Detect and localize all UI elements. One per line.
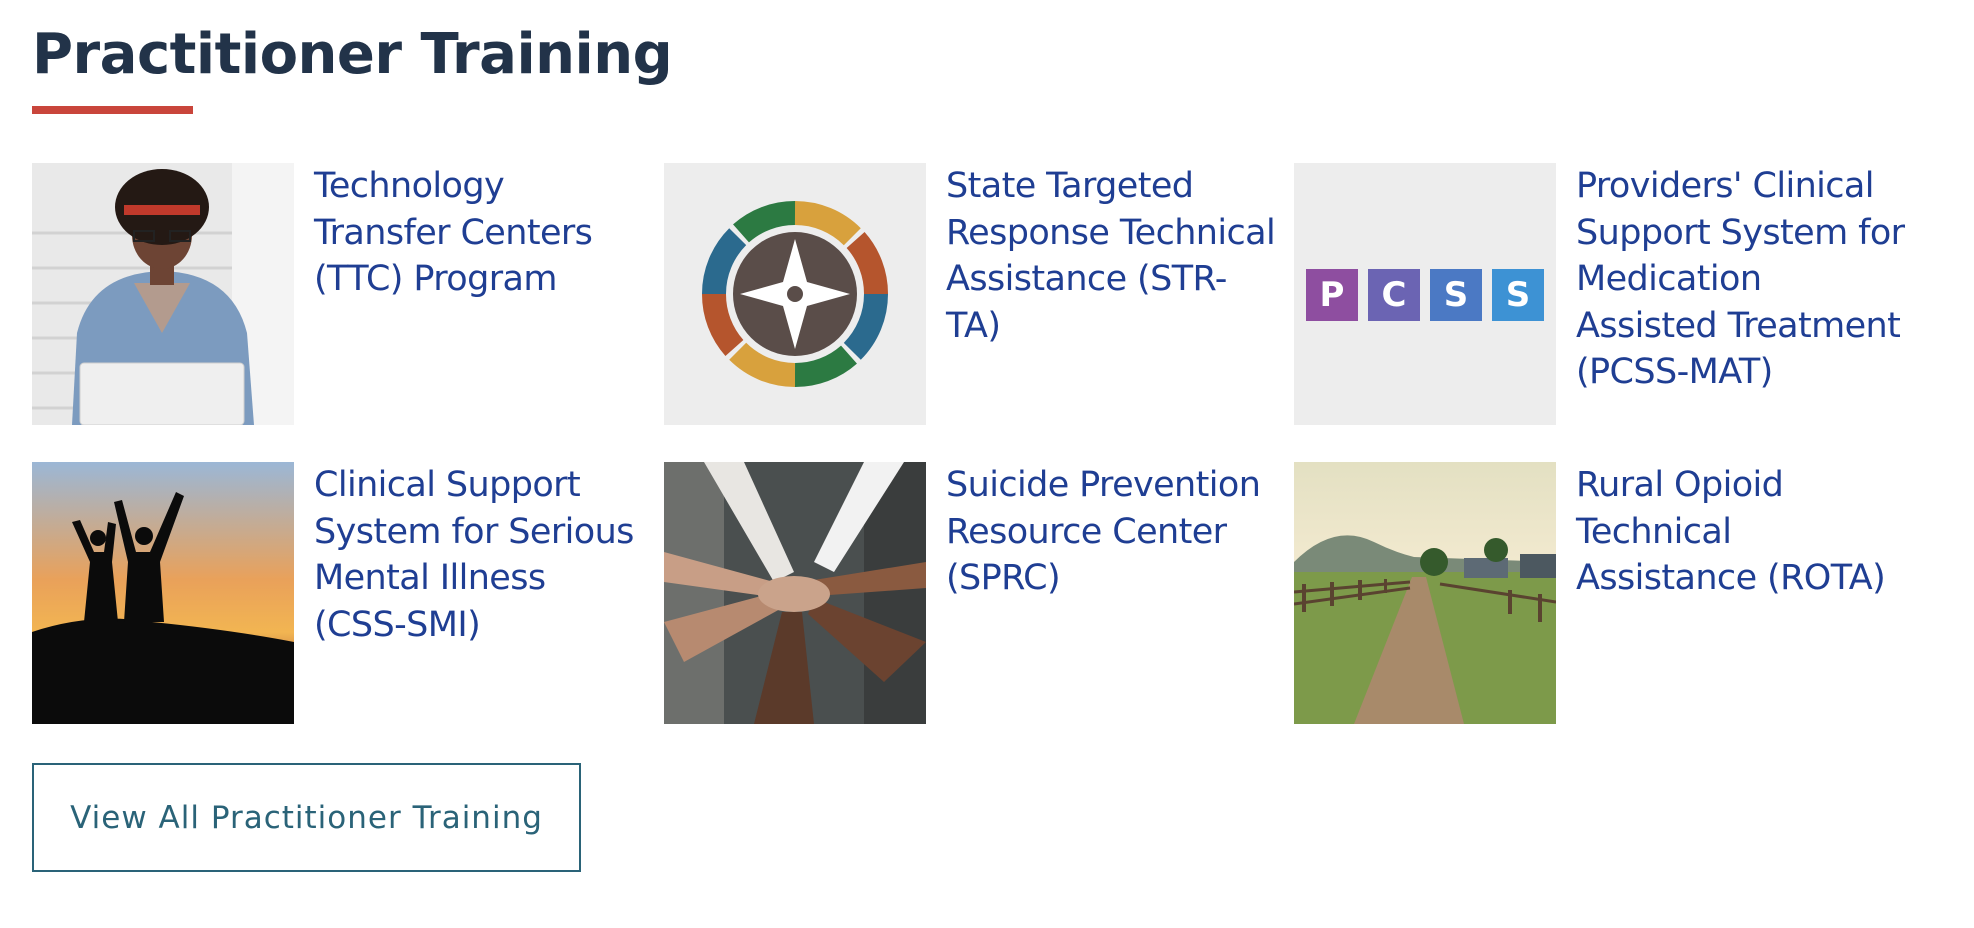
- card-link-pcss-mat[interactable]: Providers' Clinical Support System for M…: [1576, 163, 1906, 396]
- stacked-hands-image[interactable]: [664, 462, 926, 724]
- sunset-silhouette-image[interactable]: [32, 462, 294, 724]
- pcss-letter-s2: S: [1505, 275, 1531, 315]
- rural-road-image[interactable]: [1294, 462, 1556, 724]
- card-link-ttc[interactable]: Technology Transfer Centers (TTC) Progra…: [314, 163, 644, 303]
- card-pcss-mat: P C S S Providers' Clinical Support Syst…: [1294, 163, 1905, 425]
- card-link-str-ta[interactable]: State Targeted Response Technical Assist…: [946, 163, 1276, 349]
- woman-with-laptop-image[interactable]: [32, 163, 294, 425]
- card-rota: Rural Opioid Technical Assistance (ROTA): [1294, 462, 1894, 724]
- section-title: Practitioner Training: [32, 22, 673, 87]
- card-link-sprc[interactable]: Suicide Prevention Resource Center (SPRC…: [946, 462, 1276, 602]
- card-link-rota[interactable]: Rural Opioid Technical Assistance (ROTA): [1576, 462, 1906, 602]
- view-all-practitioner-training-button[interactable]: View All Practitioner Training: [32, 763, 581, 872]
- pcss-logo-letters: P C S S: [1294, 269, 1556, 321]
- pcss-letter-p: P: [1319, 275, 1345, 315]
- card-css-smi: Clinical Support System for Serious Ment…: [32, 462, 634, 724]
- pcss-letter-c: C: [1381, 275, 1407, 315]
- pcss-letter-s1: S: [1443, 275, 1469, 315]
- card-sprc: Suicide Prevention Resource Center (SPRC…: [664, 462, 1264, 724]
- title-underline: [32, 106, 193, 114]
- card-ttc: Technology Transfer Centers (TTC) Progra…: [32, 163, 632, 425]
- card-link-css-smi[interactable]: Clinical Support System for Serious Ment…: [314, 462, 644, 648]
- card-str-ta: State Targeted Response Technical Assist…: [664, 163, 1276, 425]
- compass-logo-image[interactable]: [664, 163, 926, 425]
- pcss-logo-image[interactable]: P C S S: [1294, 163, 1556, 425]
